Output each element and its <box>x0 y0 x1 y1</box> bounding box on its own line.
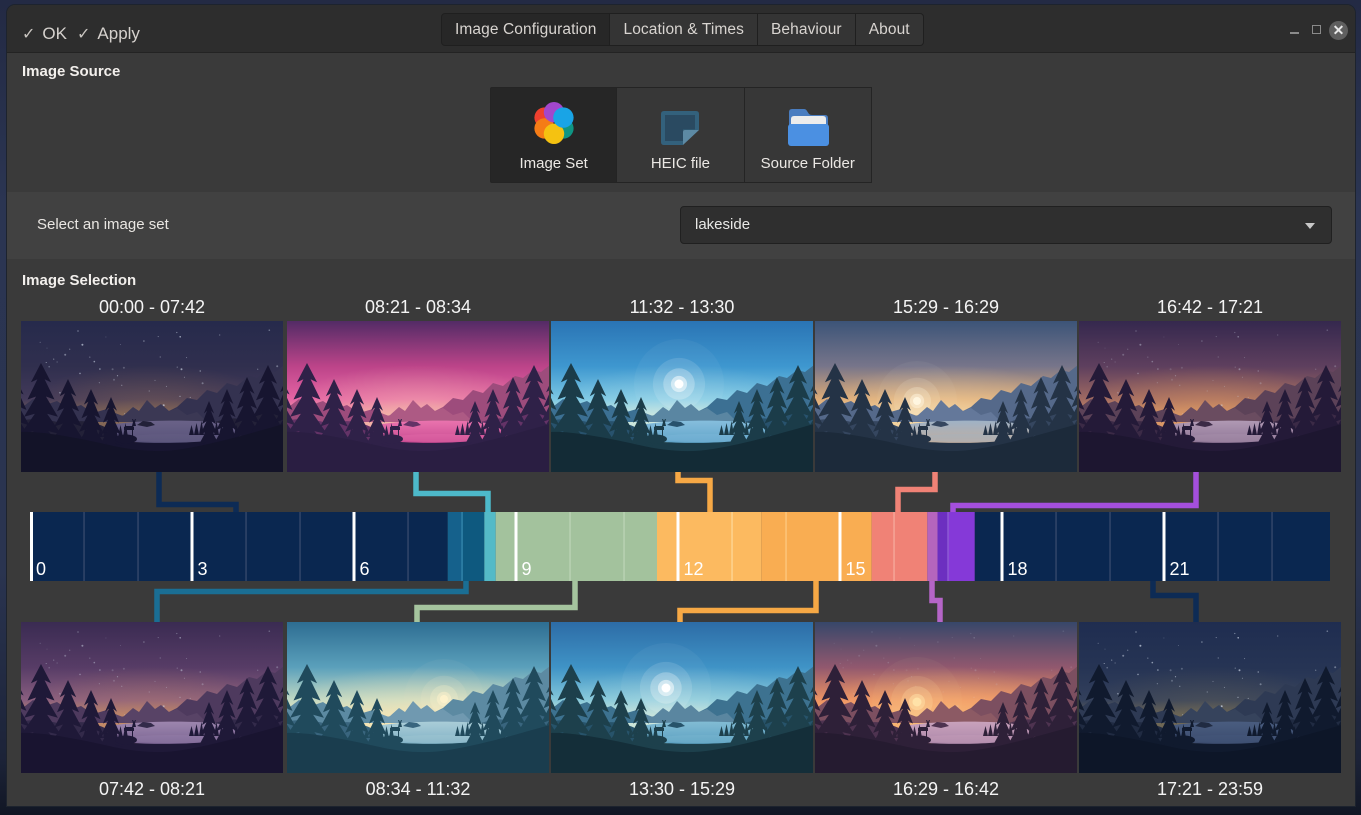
svg-text:18: 18 <box>1008 559 1028 579</box>
svg-text:21: 21 <box>1170 559 1190 579</box>
svg-text:12: 12 <box>684 559 704 579</box>
svg-text:3: 3 <box>198 559 208 579</box>
svg-text:6: 6 <box>360 559 370 579</box>
svg-text:9: 9 <box>522 559 532 579</box>
svg-text:0: 0 <box>36 559 46 579</box>
svg-text:15: 15 <box>846 559 866 579</box>
